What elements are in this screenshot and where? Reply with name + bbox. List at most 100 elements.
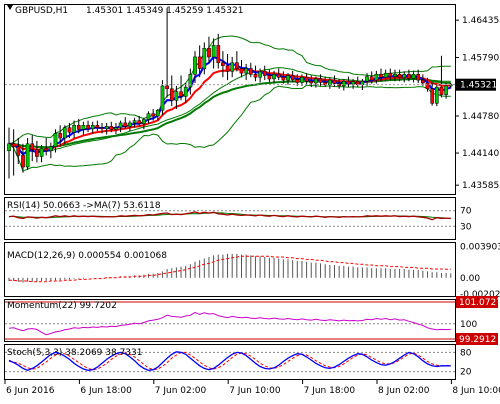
candle-body [304, 76, 309, 82]
candle-body [39, 148, 44, 157]
candle-body [267, 75, 272, 80]
momentum-badge-label: 101.0727 [459, 298, 500, 308]
candle-body [407, 74, 411, 79]
candle-body [369, 76, 374, 81]
stoch-label: Stoch(5,3,3) 38.2069 38.7331 [7, 348, 142, 358]
candle-body [346, 81, 351, 85]
price-tick-label: 1.44140 [462, 149, 499, 159]
candle-body [216, 45, 221, 64]
candle-body [439, 86, 444, 95]
candle-body [49, 146, 53, 152]
candle-body [272, 74, 276, 80]
candle-body [146, 113, 151, 120]
candle-body [221, 62, 225, 66]
candle-body [235, 62, 239, 69]
candle-body [379, 74, 383, 78]
candle-body [374, 74, 379, 81]
candle-body [81, 125, 86, 130]
candle-body [137, 120, 142, 124]
candle-body [104, 126, 109, 129]
candle-body [332, 79, 337, 84]
candle-body [207, 48, 211, 58]
chart-background [0, 0, 500, 400]
macd-tick-label: 0.003903 [460, 243, 500, 253]
candle-body [351, 81, 355, 85]
candle-body [416, 74, 421, 81]
candle-body [239, 68, 244, 74]
price-tick-label: 1.44780 [462, 112, 499, 122]
chart-window: 1.46435 1.45790 1.44780 1.44140 1.43585 1.45… [0, 0, 500, 400]
candle-body [76, 125, 81, 130]
candle-body [193, 56, 197, 75]
candle-body [174, 91, 179, 101]
candle-body [62, 127, 67, 139]
candle-body [314, 78, 318, 84]
candle-body [95, 125, 100, 128]
candle-body [295, 79, 300, 83]
candle-body [434, 86, 439, 104]
candle-body [290, 75, 295, 80]
candle-body [151, 113, 156, 117]
candle-body [183, 86, 188, 97]
candle-body [309, 81, 314, 84]
momentum-badge-label: 99.2912 [459, 335, 496, 345]
chart-header: GBPUSD,H1 1.45301 1.45349 1.45259 1.4532… [7, 5, 243, 16]
candle-body [114, 127, 118, 130]
ohlc-readout: 1.45301 1.45349 1.45259 1.45321 [86, 6, 243, 16]
candle-body [211, 45, 216, 58]
candle-body [11, 143, 16, 147]
candle-body [341, 81, 346, 87]
candle-body [118, 122, 123, 128]
price-tick-label: 1.43585 [462, 181, 499, 191]
candle-body [16, 146, 21, 156]
candle-body [197, 56, 202, 69]
candle-body [67, 127, 72, 133]
candle-body [44, 148, 49, 151]
candle-body [155, 109, 160, 117]
candle-body [90, 125, 95, 130]
candle-body [262, 71, 267, 76]
candle-body [35, 149, 39, 157]
candle-body [53, 133, 58, 147]
candle-body [21, 155, 25, 168]
candle-body [179, 91, 183, 97]
candle-body [421, 79, 425, 84]
price-tick-label: 1.45790 [462, 54, 499, 64]
time-tick-label: 8 Jun 02:00 [378, 386, 430, 396]
candle-body [411, 74, 416, 79]
candle-body [253, 74, 258, 78]
symbol-timeframe-label: GBPUSD,H1 [15, 6, 68, 16]
candle-body [230, 62, 235, 72]
momentum-tick-label: 100 [460, 320, 477, 330]
time-tick-label: 6 Jun 2016 [6, 386, 55, 396]
candle-body [123, 122, 128, 127]
candle-body [402, 74, 407, 79]
time-tick-label: 7 Jun 18:00 [304, 386, 356, 396]
candle-body [444, 85, 448, 95]
candle-body [248, 68, 253, 75]
candle-body [286, 75, 290, 81]
candle-body [30, 143, 35, 150]
rsi-label: RSI(14) 50.0663 ->MA(7) 53.6118 [7, 201, 161, 211]
candle-body [142, 119, 146, 124]
candle-body [318, 78, 323, 83]
candle-body [86, 125, 90, 130]
candle-body [202, 48, 207, 69]
candle-body [72, 125, 76, 133]
candle-body [7, 143, 11, 151]
candle-body [109, 126, 114, 130]
candle-body [100, 127, 104, 130]
candle-body [128, 122, 132, 127]
candle-body [160, 85, 165, 111]
candle-body [169, 88, 174, 101]
time-tick-label: 6 Jun 18:00 [80, 386, 132, 396]
candle-body [258, 71, 262, 78]
current-price-badge: 1.45321 [456, 78, 497, 91]
candle-body [244, 68, 249, 74]
time-tick-label: 8 Jun 10:00 [452, 386, 500, 396]
candle-body [393, 74, 397, 77]
candle-body [25, 143, 30, 168]
candle-body [300, 76, 304, 83]
candle-body [132, 120, 137, 124]
momentum-label: Momentum(22) 99.7202 [7, 301, 117, 311]
